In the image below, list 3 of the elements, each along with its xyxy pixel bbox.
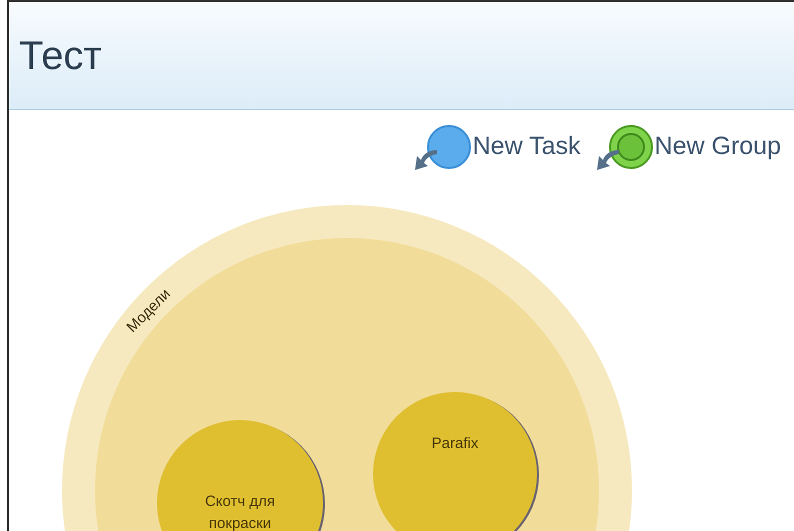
new-group-button[interactable]: New Group: [592, 124, 781, 170]
page-title: Тест: [19, 32, 102, 80]
new-task-button[interactable]: New Task: [410, 124, 581, 170]
